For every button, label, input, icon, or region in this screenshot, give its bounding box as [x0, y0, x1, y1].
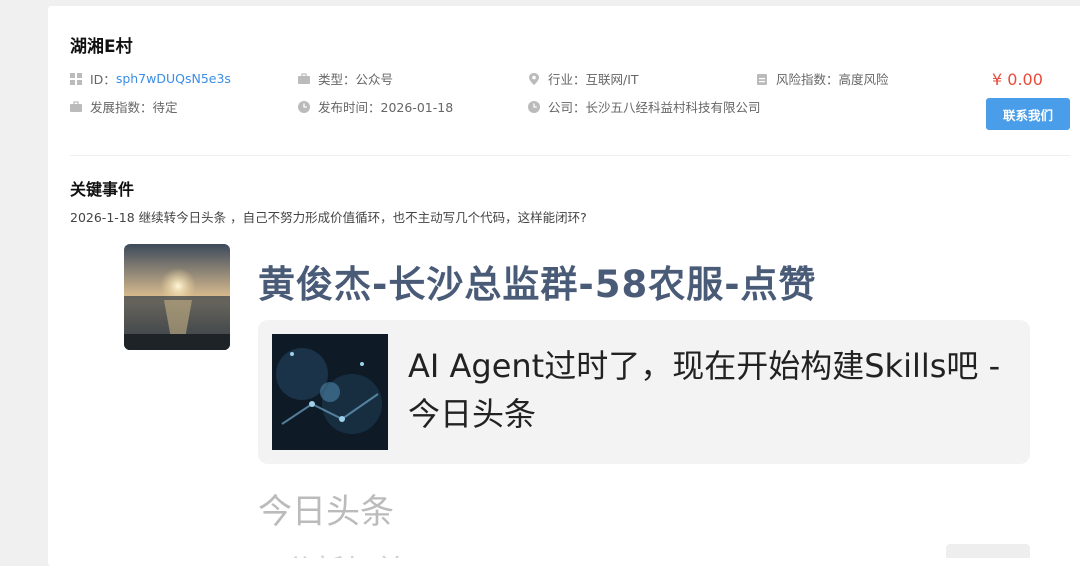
shared-article-card: AI Agent过时了，现在开始构建Skills吧 - 今日头条 [258, 320, 1030, 464]
briefcase-icon [70, 100, 82, 112]
article-source: 今日头条 [258, 492, 394, 532]
clock-icon [298, 100, 310, 113]
event-description: 2026-1-18 继续转今日头条 ，自己不努力形成价值循环，也不主动写几个代码… [70, 210, 587, 225]
meta-company: 公司：长沙五八经科益村科技有限公司 [528, 97, 761, 116]
meta-published: 发布时间：2026-01-18 [298, 97, 453, 116]
clipboard-icon [757, 73, 767, 85]
divider [70, 155, 1070, 156]
clock-icon [528, 100, 540, 113]
id-value-link[interactable]: sph7wDUQsN5e3s [116, 71, 231, 86]
key-events-title: 关键事件 [70, 180, 135, 199]
account-card: 湖湘E村 ID： sph7wDUQsN5e3s 类型：公众号 行业：互联网/IT… [48, 6, 1080, 566]
partial-text-line: • 分析加单 [258, 546, 405, 558]
contact-us-button[interactable]: 联系我们 [986, 98, 1070, 130]
meta-type: 类型：公众号 [298, 69, 393, 88]
risk-text: 风险指数：高度风险 [776, 72, 889, 87]
partial-button [946, 544, 1030, 558]
industry-text: 行业：互联网/IT [548, 72, 639, 87]
type-text: 类型：公众号 [318, 72, 394, 87]
id-label: ID： [90, 72, 116, 87]
group-title: 黄俊杰-长沙总监群-58农服-点赞 [258, 263, 817, 306]
meta-risk: 风险指数：高度风险 [756, 69, 889, 88]
location-pin-icon [529, 72, 539, 85]
meta-development: 发展指数：待定 [70, 97, 178, 116]
briefcase-icon [298, 72, 310, 84]
event-screenshot: 黄俊杰-长沙总监群-58农服-点赞 AI Agent过时了，现在开始构建Skil… [118, 242, 1038, 558]
account-title: 湖湘E村 [70, 37, 133, 57]
price: ¥ 0.00 [992, 70, 1043, 89]
meta-id: ID： sph7wDUQsN5e3s [70, 69, 231, 88]
shared-article-title: AI Agent过时了，现在开始构建Skills吧 - 今日头条 [408, 347, 1001, 433]
meta-industry: 行业：互联网/IT [528, 69, 639, 88]
grid-icon [70, 72, 82, 85]
group-avatar [124, 244, 230, 350]
published-text: 发布时间：2026-01-18 [318, 100, 454, 115]
article-thumbnail [272, 334, 388, 450]
company-text: 公司：长沙五八经科益村科技有限公司 [548, 100, 761, 115]
development-text: 发展指数：待定 [90, 100, 178, 115]
